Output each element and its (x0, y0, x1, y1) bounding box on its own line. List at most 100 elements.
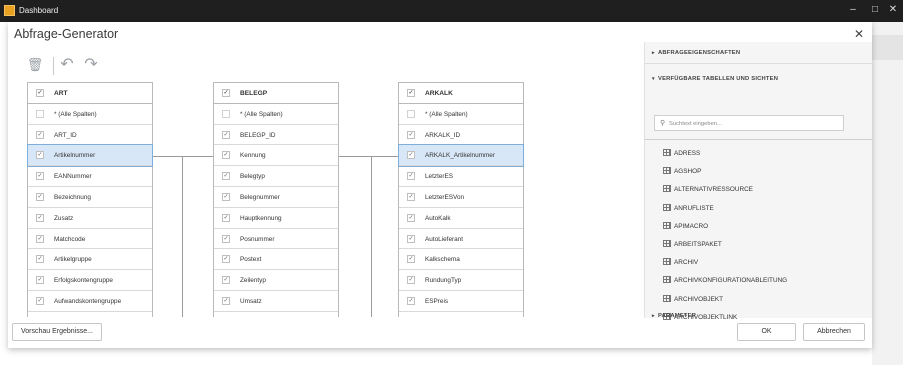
column-row[interactable]: ✓ RundungTyp (399, 270, 523, 291)
checkbox-checked[interactable]: ✓ (407, 296, 415, 305)
column-row[interactable]: ✓ LetzterESVon (399, 187, 523, 208)
checkbox-checked[interactable]: ✓ (222, 192, 230, 201)
table-grid-icon (663, 221, 671, 229)
checkbox-checked[interactable]: ✓ (36, 276, 44, 285)
checkbox-unchecked[interactable] (36, 109, 44, 118)
column-row[interactable]: ✓ Kennung (214, 145, 338, 167)
column-row[interactable]: ✓ Zeilentyp (214, 270, 338, 291)
checkbox-checked[interactable]: ✓ (222, 130, 230, 139)
column-row[interactable]: ✓ AutoKalk (399, 208, 523, 229)
column-row[interactable]: ✓ LetzterES (399, 166, 523, 187)
column-label: ARKALK_Artikelnummer (425, 152, 495, 160)
section-parameters[interactable]: ▸ PARAMETER (645, 311, 873, 319)
column-row[interactable]: ✓ Erfolgskontengruppe (28, 270, 152, 291)
minimize-button[interactable]: – (846, 3, 860, 17)
checkbox-checked[interactable]: ✓ (36, 234, 44, 243)
checkbox-checked[interactable]: ✓ (36, 172, 44, 181)
table-header[interactable]: ✓ ARKALK (399, 83, 523, 104)
checkbox-checked[interactable]: ✓ (36, 151, 44, 160)
section-query-properties[interactable]: ▸ ABFRAGEEIGENSCHAFTEN (645, 42, 873, 64)
checkbox-unchecked[interactable] (407, 109, 415, 118)
checkbox-checked[interactable]: ✓ (222, 151, 230, 160)
column-row[interactable]: ✓ Matchcode (28, 229, 152, 250)
column-row[interactable]: ✓ Belegtyp (214, 166, 338, 187)
column-row[interactable]: ✓ Umsatz (214, 291, 338, 312)
checkbox-checked[interactable]: ✓ (222, 172, 230, 181)
table-list-item[interactable]: ARCHIVKONFIGURATIONABLEITUNG (645, 271, 873, 289)
checkbox-unchecked[interactable] (222, 109, 230, 118)
close-window-button[interactable]: ✕ (886, 3, 900, 17)
table-header[interactable]: ✓ ART (28, 83, 152, 104)
column-row[interactable]: * (Alle Spalten) (214, 104, 338, 125)
column-row[interactable]: ✓ Zusatz (28, 208, 152, 229)
table-belegp[interactable]: ✓ BELEGP * (Alle Spalten) ✓ BELEGP_ID ✓ Kennun… (213, 82, 339, 317)
check-icon[interactable]: ✓ (222, 89, 230, 97)
checkbox-checked[interactable]: ✓ (407, 192, 415, 201)
column-row[interactable]: ✓ Hauptkennung (214, 208, 338, 229)
ok-button[interactable]: OK (737, 323, 796, 341)
column-label: ART_ID (54, 131, 77, 139)
checkbox-checked[interactable]: ✓ (407, 276, 415, 285)
checkbox-checked[interactable]: ✓ (36, 130, 44, 139)
table-list-item[interactable]: ARCHIV (645, 253, 873, 271)
checkbox-checked[interactable]: ✓ (222, 255, 230, 264)
column-row[interactable]: ✓ Bezeichnung (28, 187, 152, 208)
column-row[interactable]: ✓ ESPreis (399, 291, 523, 312)
column-row[interactable]: * (Alle Spalten) (399, 104, 523, 125)
column-row[interactable]: ✓ BELEGP_ID (214, 125, 338, 146)
query-canvas[interactable]: ✓ ART * (Alle Spalten) ✓ ART_ID ✓ Artikelnumme… (8, 82, 644, 317)
table-header[interactable]: ✓ BELEGP (214, 83, 338, 104)
checkbox-checked[interactable]: ✓ (407, 234, 415, 243)
table-art[interactable]: ✓ ART * (Alle Spalten) ✓ ART_ID ✓ Artikelnumme… (27, 82, 153, 317)
column-row[interactable]: ✓Mengenstaffel (28, 312, 152, 317)
table-list-item[interactable]: ARBEITSPAKET (645, 235, 873, 253)
table-arkalk[interactable]: ✓ ARKALK * (Alle Spalten) ✓ ARKALK_ID ✓ ARKALK… (398, 82, 524, 317)
section-available-tables[interactable]: ▾ VERFÜGBARE TABELLEN UND SICHTEN (645, 68, 873, 90)
delete-icon[interactable]: 🗑 (26, 55, 44, 75)
column-row[interactable]: ✓ Postext (214, 249, 338, 271)
check-icon[interactable]: ✓ (36, 89, 44, 97)
checkbox-checked[interactable]: ✓ (407, 213, 415, 222)
column-row[interactable]: ✓ Belegnummer (214, 187, 338, 208)
column-row[interactable]: ✓ Artikelnummer (27, 144, 153, 168)
checkbox-checked[interactable]: ✓ (407, 151, 415, 160)
column-row[interactable]: * (Alle Spalten) (28, 104, 152, 125)
table-list-item[interactable]: ANRUFLISTE (645, 199, 873, 217)
checkbox-checked[interactable]: ✓ (36, 255, 44, 264)
undo-icon[interactable]: ↶ (58, 55, 76, 75)
checkbox-checked[interactable]: ✓ (407, 130, 415, 139)
table-list-item[interactable]: ADRESS (645, 144, 873, 162)
table-list-item[interactable]: ALTERNATIVRESSOURCE (645, 180, 873, 198)
checkbox-checked[interactable]: ✓ (222, 234, 230, 243)
column-row[interactable]: ✓Menge (214, 312, 338, 317)
column-row[interactable]: ✓AufschlagES (399, 312, 523, 317)
column-row[interactable]: ✓ AutoLieferant (399, 229, 523, 250)
cancel-button[interactable]: Abbrechen (803, 323, 865, 341)
preview-results-button[interactable]: Vorschau Ergebnisse... (12, 323, 102, 341)
checkbox-checked[interactable]: ✓ (222, 213, 230, 222)
table-list-item[interactable]: ARCHIVOBJEKT (645, 290, 873, 308)
column-row[interactable]: ✓ EANNummer (28, 166, 152, 187)
table-list-item[interactable]: APIMACRO (645, 217, 873, 235)
table-search-input[interactable]: ⚲ Suchtext eingeben... (654, 115, 844, 131)
maximize-button[interactable]: □ (868, 3, 882, 17)
column-row[interactable]: ✓ ARKALK_ID (399, 125, 523, 146)
checkbox-checked[interactable]: ✓ (36, 192, 44, 201)
checkbox-checked[interactable]: ✓ (36, 296, 44, 305)
check-icon[interactable]: ✓ (407, 89, 415, 97)
table-list-item[interactable]: AGSHOP (645, 162, 873, 180)
dialog-close-button[interactable]: ✕ (853, 27, 865, 41)
column-row[interactable]: ✓ ARKALK_Artikelnummer (398, 144, 524, 168)
table-grid-icon (663, 294, 671, 302)
column-row[interactable]: ✓ Posnummer (214, 229, 338, 250)
column-row[interactable]: ✓ Artikelgruppe (28, 249, 152, 271)
checkbox-checked[interactable]: ✓ (222, 296, 230, 305)
checkbox-checked[interactable]: ✓ (36, 213, 44, 222)
checkbox-checked[interactable]: ✓ (407, 255, 415, 264)
checkbox-checked[interactable]: ✓ (407, 172, 415, 181)
column-row[interactable]: ✓ Aufwandskontengruppe (28, 291, 152, 312)
column-row[interactable]: ✓ Kalkschema (399, 249, 523, 271)
redo-icon[interactable]: ↷ (82, 55, 100, 75)
checkbox-checked[interactable]: ✓ (222, 276, 230, 285)
column-row[interactable]: ✓ ART_ID (28, 125, 152, 146)
